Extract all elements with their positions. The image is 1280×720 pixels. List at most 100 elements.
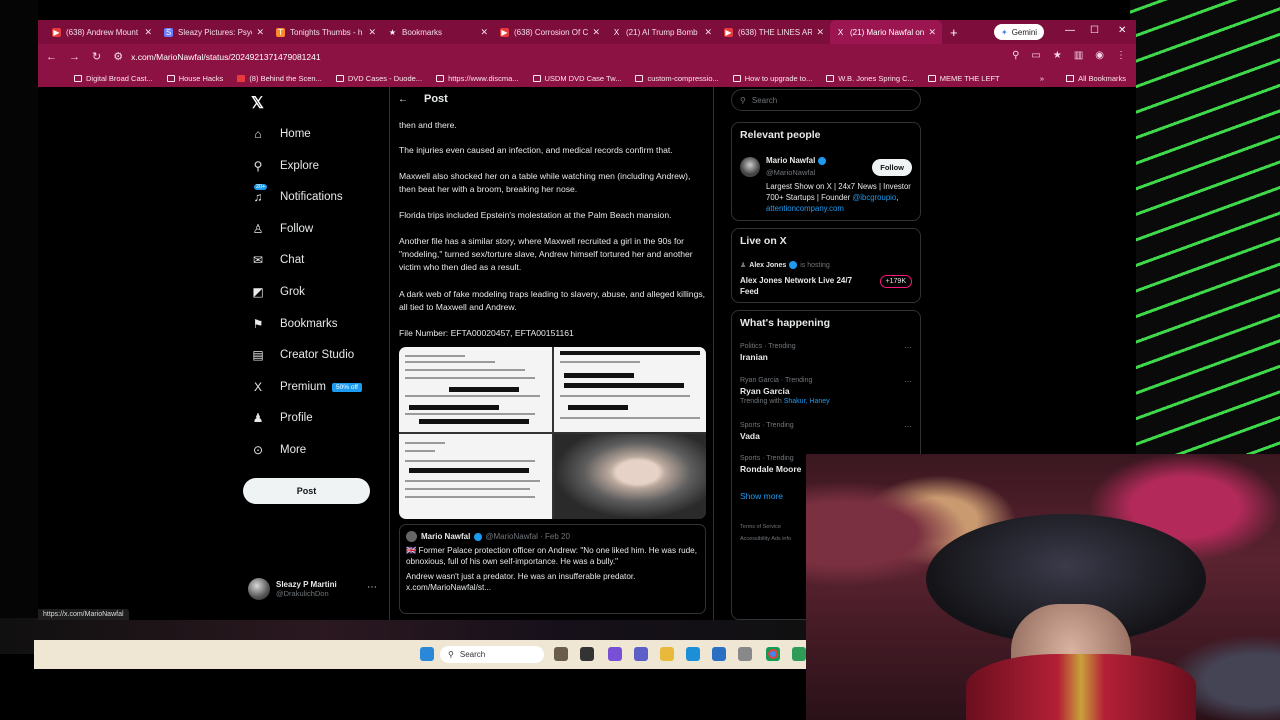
bookmark-item[interactable]: W.B. Jones Spring C... xyxy=(826,74,914,83)
quoted-post[interactable]: Mario Nawfal @MarioNawfal · Feb 20 🇬🇧 Fo… xyxy=(399,524,706,614)
tab[interactable]: X (21) AI Trump Bomb ✕ xyxy=(606,20,718,44)
minimize-icon[interactable]: — xyxy=(1065,25,1075,36)
nav-bookmarks[interactable]: ⚑ Bookmarks xyxy=(250,317,338,331)
url-input[interactable]: x.com/MarioNawfal/status/202492137147908… xyxy=(131,52,321,62)
back-arrow-icon[interactable]: ← xyxy=(398,94,408,105)
more-options-icon[interactable]: ⋯ xyxy=(904,377,912,386)
close-tab-icon[interactable]: ✕ xyxy=(816,27,824,38)
settings-icon[interactable] xyxy=(738,647,752,661)
account-switcher[interactable]: Sleazy P Martini @DrakulichDon ⋯ xyxy=(248,578,383,600)
teams-icon[interactable] xyxy=(634,647,648,661)
post-button[interactable]: Post xyxy=(243,478,370,504)
bookmark-item[interactable]: How to upgrade to... xyxy=(732,74,812,83)
taskbar-search[interactable]: ⚲ Search xyxy=(440,646,544,663)
follow-button[interactable]: Follow xyxy=(872,159,912,176)
search-input[interactable]: ⚲ Search xyxy=(731,89,921,111)
all-bookmarks-button[interactable]: » All Bookmarks xyxy=(1040,74,1126,83)
post-media-grid[interactable] xyxy=(399,347,706,519)
avatar[interactable] xyxy=(740,157,760,177)
bookmark-item[interactable]: (8) Behind the Scen... xyxy=(237,74,322,83)
chrome-icon[interactable] xyxy=(766,647,780,661)
live-stream-title[interactable]: Alex Jones Network Live 24/7 Feed xyxy=(740,275,860,297)
nav-label: Follow xyxy=(280,223,314,235)
live-host[interactable]: ♟ Alex Jones is hosting xyxy=(740,261,830,269)
tab-active[interactable]: X (21) Mario Nawfal on ✕ xyxy=(830,20,942,44)
live-listener-count[interactable]: +179K xyxy=(879,275,912,288)
nav-grok[interactable]: ◩ Grok xyxy=(250,285,305,299)
copilot-icon[interactable] xyxy=(608,647,622,661)
site-info-icon[interactable]: ⚙ xyxy=(113,50,123,63)
tab[interactable]: ▶ (638) Andrew Mount ✕ xyxy=(46,20,158,44)
relevant-person-name[interactable]: Mario Nawfal xyxy=(766,156,829,165)
forward-icon[interactable]: → xyxy=(69,51,80,63)
footer-link[interactable]: Ads info xyxy=(771,536,791,542)
nav-profile[interactable]: ♟ Profile xyxy=(250,411,313,425)
bookmark-item[interactable]: https://www.discma... xyxy=(436,74,519,83)
widget-icon[interactable] xyxy=(554,647,568,661)
nav-explore[interactable]: ⚲ Explore xyxy=(250,159,319,173)
quoted-link[interactable]: x.com/MarioNawfal/st... xyxy=(406,582,701,593)
bookmark-item[interactable]: House Hacks xyxy=(166,74,223,83)
footer-link[interactable]: Terms of Service xyxy=(740,524,781,530)
nav-more[interactable]: ⊙ More xyxy=(250,443,306,457)
more-options-icon[interactable]: ⋯ xyxy=(904,422,912,431)
bookmark-item[interactable]: USDM DVD Case Tw... xyxy=(532,74,621,83)
bookmark-item[interactable]: MEME THE LEFT xyxy=(927,74,1000,83)
nav-follow[interactable]: ♙ Follow xyxy=(250,222,314,236)
show-more-link[interactable]: Show more xyxy=(740,491,783,501)
chevron-right-icon[interactable]: » xyxy=(1040,74,1044,83)
document-image[interactable] xyxy=(553,347,706,432)
menu-icon[interactable]: ⋮ xyxy=(1116,50,1126,61)
close-tab-icon[interactable]: ✕ xyxy=(704,27,712,38)
new-tab-button[interactable]: + xyxy=(950,25,958,40)
trend-related-names[interactable]: Shakur, Haney xyxy=(784,398,830,405)
reload-icon[interactable]: ↻ xyxy=(92,50,101,63)
nav-notifications[interactable]: ♫ 20+ Notifications xyxy=(250,184,343,204)
app-icon[interactable] xyxy=(792,647,806,661)
trend-item[interactable]: Sports · Trending Vada ⋯ xyxy=(740,422,912,441)
maximize-icon[interactable]: ☐ xyxy=(1090,25,1099,36)
profile-avatar-icon[interactable]: ◉ xyxy=(1095,50,1104,61)
tab[interactable]: ★ Bookmarks ✕ xyxy=(382,20,494,44)
trend-item[interactable]: Ryan Garcia · Trending Ryan Garcia Trend… xyxy=(740,377,912,405)
bookmark-item[interactable]: DVD Cases - Duode... xyxy=(335,74,422,83)
bookmark-item[interactable]: Digital Broad Cast... xyxy=(74,74,153,83)
file-explorer-icon[interactable] xyxy=(660,647,674,661)
bookmark-star-icon[interactable]: ★ xyxy=(1053,50,1062,61)
gemini-button[interactable]: ✦ Gemini xyxy=(994,24,1045,40)
close-tab-icon[interactable]: ✕ xyxy=(928,27,936,38)
task-view-icon[interactable] xyxy=(580,647,594,661)
more-options-icon[interactable]: ⋯ xyxy=(367,582,377,593)
store-icon[interactable] xyxy=(712,647,726,661)
close-tab-icon[interactable]: ✕ xyxy=(144,27,152,38)
start-icon[interactable] xyxy=(420,647,434,661)
tab[interactable]: ▶ (638) Corrosion Of C ✕ xyxy=(494,20,606,44)
zoom-icon[interactable]: ⚲ xyxy=(1012,50,1019,61)
nav-home[interactable]: ⌂ Home xyxy=(250,127,310,141)
document-image[interactable] xyxy=(399,434,552,519)
edge-icon[interactable] xyxy=(686,647,700,661)
x-logo-icon[interactable]: 𝕏 xyxy=(251,93,264,113)
bio-link[interactable]: @ibcgroupio xyxy=(852,193,896,202)
tab[interactable]: ▶ (638) THE LINES ARE ✕ xyxy=(718,20,830,44)
footer-link[interactable]: Accessibility xyxy=(740,536,770,542)
close-tab-icon[interactable]: ✕ xyxy=(480,27,488,38)
close-tab-icon[interactable]: ✕ xyxy=(592,27,600,38)
tab[interactable]: T Tonights Thumbs - h ✕ xyxy=(270,20,382,44)
bio-link[interactable]: attentioncompany.com xyxy=(766,204,844,213)
document-image[interactable] xyxy=(399,347,552,432)
nav-creator-studio[interactable]: ▤ Creator Studio xyxy=(250,348,354,362)
sidepanel-icon[interactable]: ▥ xyxy=(1074,50,1083,61)
close-window-icon[interactable]: ✕ xyxy=(1118,25,1126,36)
photo-image[interactable] xyxy=(553,434,706,519)
close-tab-icon[interactable]: ✕ xyxy=(256,27,264,38)
nav-chat[interactable]: ✉ Chat xyxy=(250,253,304,267)
nav-premium[interactable]: X Premium 50% off xyxy=(250,380,362,394)
back-icon[interactable]: ← xyxy=(46,51,57,63)
more-options-icon[interactable]: ⋯ xyxy=(904,343,912,352)
install-icon[interactable]: ▭ xyxy=(1031,50,1040,61)
tab[interactable]: S Sleazy Pictures: Psyc ✕ xyxy=(158,20,270,44)
close-tab-icon[interactable]: ✕ xyxy=(368,27,376,38)
trend-item[interactable]: Politics · Trending Iranian ⋯ xyxy=(740,343,912,362)
bookmark-item[interactable]: custom-compressio... xyxy=(635,74,719,83)
